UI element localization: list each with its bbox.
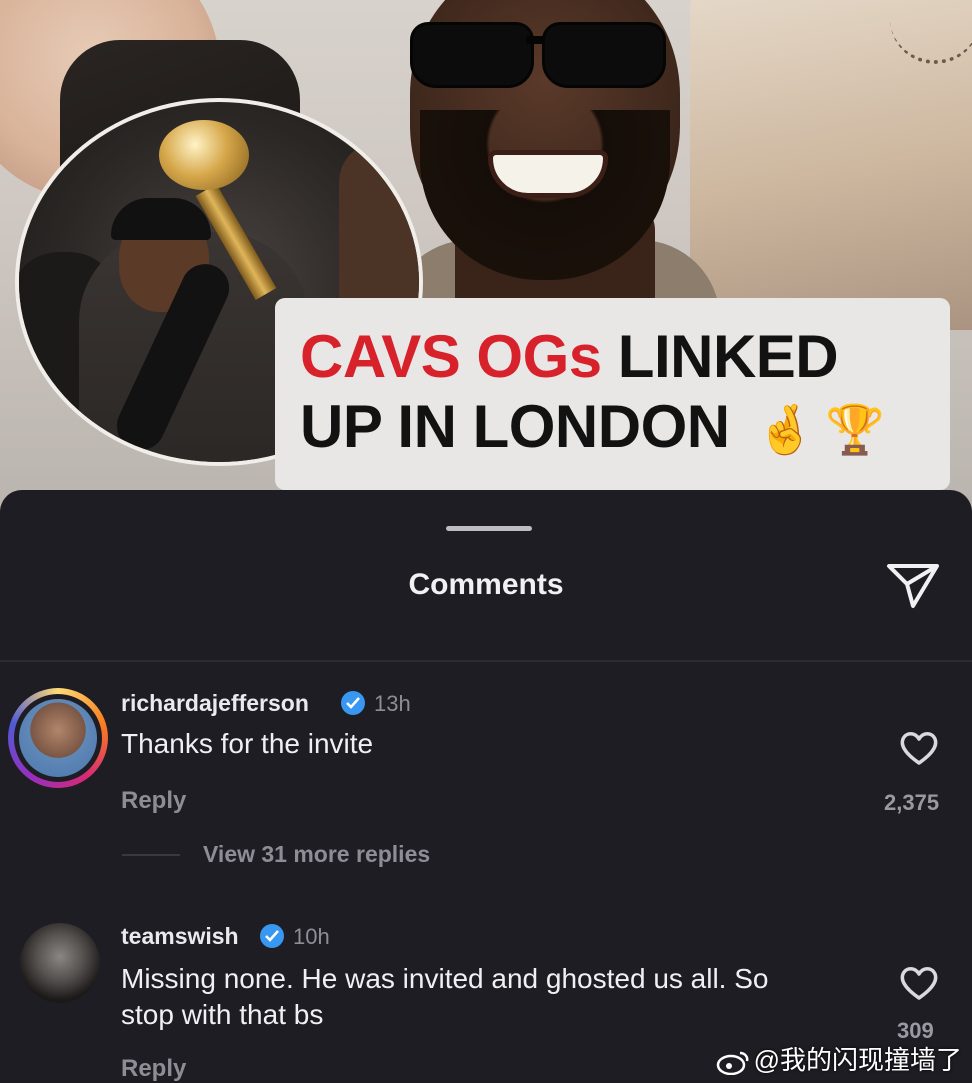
heart-icon[interactable]: [899, 965, 939, 1001]
headline-text: LINKED: [617, 322, 839, 390]
sheet-title: Comments: [408, 568, 564, 601]
comment-username[interactable]: richardajefferson: [121, 690, 309, 717]
like-count: 2,375: [884, 790, 940, 815]
trophy-emoji-icon: 🏆: [825, 404, 885, 458]
post-image: CAVS OGs LINKED UP IN LONDON 🤞 🏆: [0, 0, 972, 530]
replies-line: [122, 854, 180, 856]
headline-text-2: UP IN LONDON: [300, 392, 730, 460]
view-replies-button[interactable]: View 31 more replies: [203, 841, 430, 868]
comment-username[interactable]: teamswish: [121, 923, 239, 950]
trophy-icon: [159, 120, 249, 190]
divider: [0, 660, 972, 662]
headline-line-2: UP IN LONDON 🤞 🏆: [300, 392, 950, 466]
comment-time: 13h: [374, 691, 411, 716]
headline-card: CAVS OGs LINKED UP IN LONDON 🤞 🏆: [275, 298, 950, 490]
crossed-fingers-icon: 🤞: [755, 404, 816, 458]
drag-handle[interactable]: [446, 526, 532, 531]
comment-time: 10h: [293, 924, 330, 949]
verified-badge-icon: [341, 691, 365, 715]
comments-sheet: Comments richardajefferson 13h Thanks fo…: [0, 490, 972, 1083]
comment-text-line-1: Missing none. He was invited and ghosted…: [121, 963, 769, 994]
watermark: @我的闪现撞墙了: [716, 1040, 962, 1077]
watermark-text: @我的闪现撞墙了: [753, 1045, 962, 1075]
reply-button[interactable]: Reply: [121, 1055, 186, 1083]
smile: [488, 150, 608, 198]
heart-icon[interactable]: [899, 730, 939, 766]
comment-text-line-2: stop with that bs: [121, 999, 324, 1030]
headline-line-1: CAVS OGs LINKED: [300, 322, 950, 392]
sunglasses: [410, 22, 666, 88]
reply-button[interactable]: Reply: [121, 787, 186, 815]
player-cap: [111, 198, 211, 240]
verified-badge-icon: [260, 924, 284, 948]
avatar[interactable]: [19, 699, 97, 777]
comment-text: Thanks for the invite: [121, 728, 374, 759]
send-icon[interactable]: [883, 560, 943, 610]
headline-red-text: CAVS OGs: [300, 322, 602, 390]
avatar[interactable]: [20, 923, 100, 1003]
weibo-logo-icon: [716, 1049, 750, 1076]
